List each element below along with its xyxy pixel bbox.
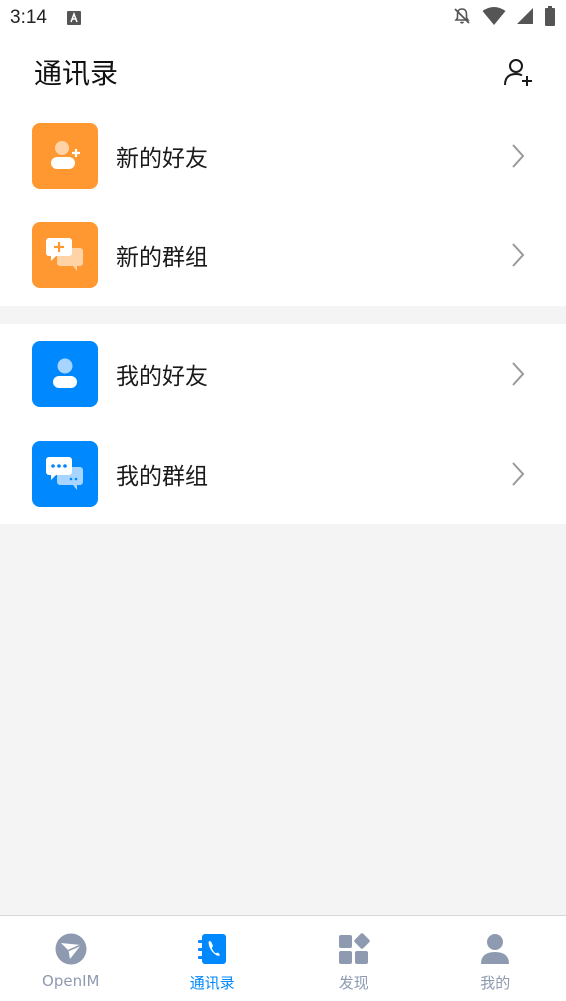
tab-label: 我的 [480, 974, 511, 992]
my-friends-icon [32, 341, 98, 407]
list-item-label: 我的群组 [116, 464, 208, 490]
my-contacts-section: 我的好友 我的群组 [0, 324, 566, 524]
tab-contacts[interactable]: 通讯录 [142, 916, 284, 1001]
list-item-my-friends[interactable]: 我的好友 [0, 324, 566, 424]
my-groups-icon [32, 441, 98, 507]
cell-signal-icon [516, 7, 534, 29]
wifi-icon [482, 6, 506, 30]
chevron-right-icon [510, 359, 526, 389]
list-item-label: 新的群组 [116, 245, 208, 271]
list-item-label: 我的好友 [116, 364, 208, 390]
header: 通讯录 [0, 36, 566, 108]
new-contacts-section: 新的好友 新的群组 [0, 108, 566, 306]
new-group-icon [32, 222, 98, 288]
discover-icon [336, 931, 372, 967]
tab-profile[interactable]: 我的 [425, 916, 566, 1001]
list-item-new-groups[interactable]: 新的群组 [0, 204, 566, 306]
list-item-label: 新的好友 [116, 146, 208, 172]
profile-icon [477, 931, 513, 967]
battery-icon [544, 6, 556, 30]
bottom-tab-bar: OpenIM 通讯录 发现 我的 [0, 915, 566, 1001]
a-notification-icon [66, 11, 81, 25]
contacts-icon [194, 931, 230, 967]
chevron-right-icon [510, 141, 526, 171]
new-friend-icon [32, 123, 98, 189]
page-title: 通讯录 [34, 57, 119, 90]
add-contact-icon[interactable] [502, 55, 536, 89]
list-item-my-groups[interactable]: 我的群组 [0, 424, 566, 524]
list-item-new-friends[interactable]: 新的好友 [0, 108, 566, 204]
chevron-right-icon [510, 240, 526, 270]
tab-discover[interactable]: 发现 [283, 916, 425, 1001]
status-time: 3:14 [10, 7, 47, 28]
tab-label: 通讯录 [189, 974, 235, 992]
chevron-right-icon [510, 459, 526, 489]
openim-icon [53, 931, 89, 967]
tab-label: OpenIM [42, 972, 100, 990]
status-bar: 3:14 [0, 0, 566, 36]
tab-label: 发现 [338, 974, 369, 992]
tab-openim[interactable]: OpenIM [0, 916, 142, 1001]
notifications-off-icon [452, 6, 472, 30]
